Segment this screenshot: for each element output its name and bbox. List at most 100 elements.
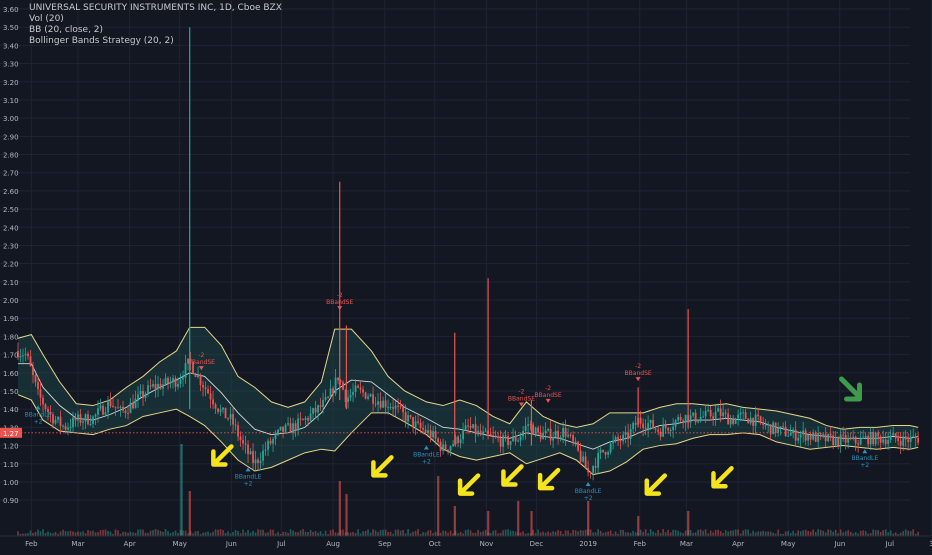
volume-bar bbox=[759, 531, 762, 536]
candle-body bbox=[27, 353, 29, 357]
volume-bar bbox=[594, 532, 597, 536]
volume-bar bbox=[364, 530, 367, 536]
candle-body bbox=[599, 449, 602, 453]
volume-bar bbox=[859, 530, 862, 536]
short-signal-label: BBandSE bbox=[326, 299, 353, 306]
volume-bar bbox=[719, 531, 722, 536]
candle-body bbox=[502, 435, 504, 447]
volume-bar bbox=[732, 530, 734, 536]
candle-body bbox=[399, 406, 402, 408]
yellow-arrow-shape bbox=[711, 466, 734, 489]
candle-body bbox=[752, 417, 755, 426]
price-chart[interactable]: BBandLE+2BBandLE+2BBandLE+2BBandLE+2BBan… bbox=[0, 0, 932, 550]
candle-body bbox=[779, 426, 782, 428]
volume-bar bbox=[109, 531, 112, 536]
candle-body bbox=[572, 435, 575, 442]
candle-body bbox=[547, 428, 550, 431]
candle-body bbox=[677, 417, 680, 421]
volume-bar bbox=[97, 531, 99, 536]
candle-body bbox=[244, 443, 247, 445]
candle-body bbox=[514, 436, 517, 442]
x-axis[interactable]: Feb Mar Apr May Jun Jul Aug Sep Oct Nov Dec 2019 Feb… bbox=[0, 535, 932, 548]
volume-bar bbox=[904, 529, 907, 536]
candle-body bbox=[289, 423, 292, 434]
legend-strategy[interactable]: Bollinger Bands Strategy (20, 2) bbox=[29, 36, 282, 47]
x-tick-label: Jun bbox=[833, 540, 845, 548]
x-tick-label: 2019 bbox=[579, 540, 597, 548]
candle-body bbox=[369, 394, 372, 397]
volume-bar bbox=[582, 530, 584, 536]
candle-body bbox=[177, 383, 179, 387]
volume-bar bbox=[132, 532, 134, 536]
volume-bar bbox=[724, 530, 727, 536]
volume-bar bbox=[299, 530, 302, 536]
candle-body bbox=[722, 412, 725, 417]
legend-bollinger[interactable]: BB (20, close, 2) bbox=[29, 25, 282, 36]
volume-bar bbox=[802, 530, 804, 536]
candle-body bbox=[694, 412, 697, 423]
y-tick-label: 2.00 bbox=[3, 297, 19, 305]
volume-bar bbox=[349, 532, 352, 536]
volume-bar bbox=[464, 530, 467, 536]
legend-volume[interactable]: Vol (20) bbox=[29, 14, 282, 25]
candle-body bbox=[494, 435, 497, 437]
x-tick-label: Feb bbox=[25, 540, 38, 548]
candle-body bbox=[389, 407, 392, 409]
candle-body bbox=[149, 385, 152, 387]
volume-bar bbox=[157, 529, 159, 536]
volume-bar bbox=[154, 529, 157, 536]
volume-bar bbox=[42, 529, 44, 536]
candle-body bbox=[854, 436, 857, 444]
volume-bar bbox=[679, 532, 682, 536]
volume-bar bbox=[319, 531, 322, 536]
candle-body bbox=[739, 412, 742, 415]
y-tick-label: 3.60 bbox=[3, 6, 19, 14]
volume-bar bbox=[307, 532, 309, 536]
candle-body bbox=[202, 385, 204, 388]
candle-body bbox=[34, 375, 37, 383]
candle-body bbox=[174, 378, 177, 387]
candle-body bbox=[342, 382, 344, 390]
bollinger-bands bbox=[17, 326, 919, 476]
candle-body bbox=[212, 399, 214, 405]
candle-body bbox=[42, 397, 44, 405]
long-signal-arrow bbox=[585, 481, 591, 486]
legend-symbol[interactable]: UNIVERSAL SECURITY INSTRUMENTS INC, 1D, … bbox=[29, 3, 282, 14]
candle-body bbox=[709, 409, 712, 417]
volume-bar bbox=[522, 531, 524, 536]
volume-bar bbox=[627, 532, 629, 536]
candle-body bbox=[567, 434, 570, 437]
candle-body bbox=[904, 436, 907, 440]
x-tick-label: Jul bbox=[885, 540, 895, 548]
candle-body bbox=[622, 434, 625, 442]
candle-body bbox=[447, 449, 449, 451]
candle-body bbox=[669, 430, 672, 432]
candle-body bbox=[449, 446, 452, 451]
volume-bar bbox=[414, 530, 417, 536]
candle-body bbox=[642, 423, 645, 428]
candle-body bbox=[252, 451, 254, 464]
candle-body bbox=[519, 436, 522, 441]
volume-bar bbox=[429, 530, 432, 536]
volume-bar bbox=[302, 529, 304, 536]
candle-body bbox=[264, 449, 267, 451]
candle-body bbox=[217, 408, 219, 412]
candle-body bbox=[534, 427, 537, 435]
candle-body bbox=[44, 404, 47, 410]
candle-body bbox=[774, 422, 777, 434]
candle-body bbox=[914, 436, 917, 439]
candle-body bbox=[422, 427, 424, 430]
volume-bar bbox=[477, 529, 479, 536]
candle-body bbox=[747, 418, 750, 424]
long-signal-count: +2 bbox=[860, 462, 869, 469]
candle-body bbox=[764, 424, 767, 426]
candle-body bbox=[127, 412, 129, 414]
volume-bar bbox=[887, 532, 889, 536]
x-tick-label: Oct bbox=[429, 540, 441, 548]
candle-body bbox=[329, 388, 332, 398]
long-signal-label: BBandLE bbox=[235, 473, 262, 480]
candle-body bbox=[744, 412, 747, 419]
volume-bar bbox=[607, 531, 609, 536]
chart-stage[interactable]: BBandLE +2 BBandLE +2 BBandLE +2 BBandLE +2 BBan… bbox=[0, 0, 932, 550]
candle-body bbox=[699, 416, 702, 422]
